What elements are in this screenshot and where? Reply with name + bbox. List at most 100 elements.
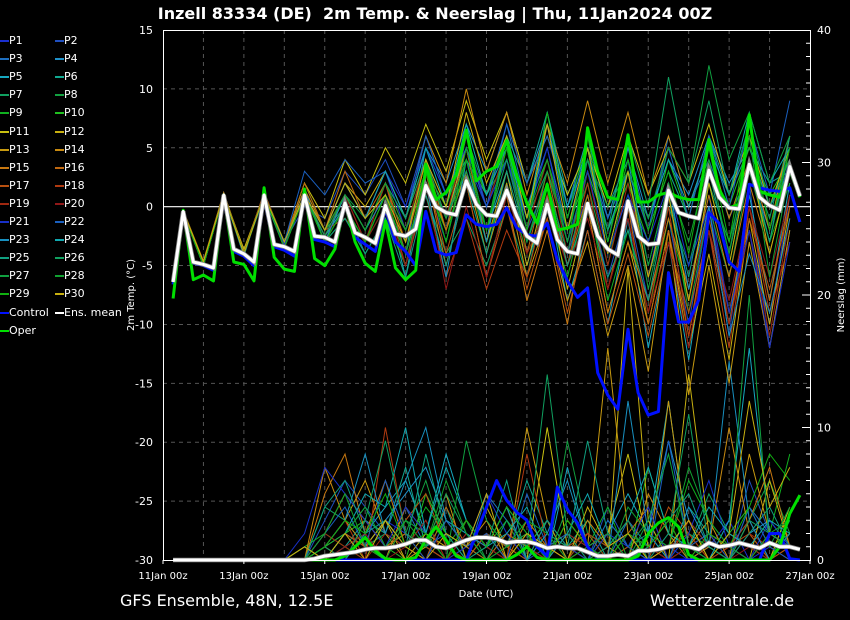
legend-swatch: [55, 76, 64, 79]
legend-swatch: [0, 148, 9, 151]
legend-label: P26: [64, 251, 85, 265]
legend-item-p25: P25: [0, 251, 30, 265]
legend-label: P25: [9, 251, 30, 265]
legend-label: P8: [64, 88, 78, 102]
legend-item-p28: P28: [55, 269, 85, 283]
legend-swatch: [0, 40, 9, 42]
legend-swatch: [55, 275, 64, 278]
y2-tick-label: 20: [817, 289, 831, 302]
legend-label: P19: [9, 196, 30, 210]
x-tick-label: 19Jan 00z: [462, 571, 511, 582]
legend-swatch: [55, 148, 64, 151]
legend-item-p22: P22: [55, 215, 85, 229]
legend-item-p20: P20: [55, 197, 85, 211]
legend-label: P28: [64, 269, 85, 283]
legend-swatch: [0, 293, 9, 296]
legend-label: Oper: [9, 323, 36, 337]
x-tick-label: 15Jan 00z: [300, 571, 349, 582]
y-tick-label: -5: [142, 260, 153, 273]
legend-swatch: [0, 58, 9, 61]
y2-tick-label: 10: [817, 422, 831, 435]
legend-item-p16: P16: [55, 161, 85, 175]
legend-label: P13: [9, 142, 30, 156]
footer-brand: Wetterzentrale.de: [650, 591, 794, 610]
legend-item-p26: P26: [55, 251, 85, 265]
chart-title: Inzell 83334 (DE) 2m Temp. & Neerslag | …: [158, 4, 713, 24]
legend-swatch: [0, 130, 9, 133]
y-tick-label: -10: [135, 318, 153, 331]
legend-swatch: [0, 257, 9, 260]
y2-tick-label: 30: [817, 157, 831, 170]
y2-axis-title: Neerslag (mm): [836, 257, 847, 332]
legend-label: P3: [9, 52, 23, 66]
y-tick-label: -20: [135, 436, 153, 449]
legend-label: P30: [64, 287, 85, 301]
legend-item-p10: P10: [55, 106, 85, 120]
legend-swatch: [55, 239, 64, 242]
legend-label: P14: [64, 142, 85, 156]
member-precip-line-p26: [183, 374, 791, 561]
legend-item-p2: P2: [55, 34, 78, 48]
legend-item-p29: P29: [0, 287, 30, 301]
legend-swatch: [0, 202, 9, 205]
legend-label: P5: [9, 70, 23, 84]
legend-swatch: [55, 58, 64, 61]
x-axis-title: Date (UTC): [459, 589, 514, 600]
legend-label: P15: [9, 160, 30, 174]
x-tick-label: 25Jan 00z: [704, 571, 753, 582]
legend-label: P24: [64, 233, 85, 247]
legend-item-p23: P23: [0, 233, 30, 247]
legend-swatch: [0, 239, 9, 242]
y-tick-label: 10: [139, 83, 153, 96]
legend-item-p18: P18: [55, 179, 85, 193]
x-tick-label: 17Jan 00z: [381, 571, 430, 582]
legend-label: P9: [9, 106, 23, 120]
legend-swatch: [55, 130, 64, 133]
legend-swatch: [55, 184, 64, 187]
legend-swatch: [0, 166, 9, 169]
grid: [163, 30, 810, 560]
legend-item-p19: P19: [0, 197, 30, 211]
legend-label: P29: [9, 287, 30, 301]
legend-label: P1: [9, 34, 23, 47]
legend-item-p12: P12: [55, 125, 85, 139]
legend-label: P7: [9, 88, 23, 102]
y-tick-label: -25: [135, 495, 153, 508]
y-tick-label: 5: [146, 142, 153, 155]
legend-swatch: [0, 311, 9, 314]
legend-swatch: [0, 329, 9, 332]
legend-label: P10: [64, 106, 85, 120]
legend-swatch: [55, 221, 64, 223]
legend-item-oper: Oper: [0, 324, 36, 338]
y-tick-label: -30: [135, 554, 153, 567]
legend-item-p13: P13: [0, 143, 30, 157]
legend-swatch: [0, 94, 9, 97]
legend-item-p14: P14: [55, 143, 85, 157]
legend-item-p11: P11: [0, 125, 30, 139]
legend-swatch: [55, 94, 64, 97]
legend-label: P2: [64, 34, 78, 47]
legend-item-p1: P1: [0, 34, 23, 48]
x-tick-label: 27Jan 00z: [785, 571, 834, 582]
legend-label: P4: [64, 52, 78, 66]
legend-swatch: [0, 112, 9, 115]
legend-label: Control: [9, 305, 49, 319]
legend-swatch: [0, 184, 9, 187]
ensemble-chart: Inzell 83334 (DE) 2m Temp. & Neerslag | …: [120, 4, 847, 610]
legend-item-p27: P27: [0, 269, 30, 283]
y-tick-label: 0: [146, 201, 153, 214]
y-tick-label: -15: [135, 377, 153, 390]
y2-tick-label: 0: [817, 554, 824, 567]
legend-label: P6: [64, 70, 78, 84]
legend-label: P21: [9, 215, 30, 228]
legend-item-p17: P17: [0, 179, 30, 193]
y-tick-label: 15: [139, 24, 153, 37]
x-tick-label: 23Jan 00z: [624, 571, 673, 582]
legend-label: P18: [64, 178, 85, 192]
legend-label: P23: [9, 233, 30, 247]
legend-swatch: [55, 257, 64, 260]
legend-item-p6: P6: [55, 70, 78, 84]
legend-item-p30: P30: [55, 287, 85, 301]
legend-item-control: Control: [0, 306, 49, 320]
y2-tick-label: 40: [817, 24, 831, 37]
